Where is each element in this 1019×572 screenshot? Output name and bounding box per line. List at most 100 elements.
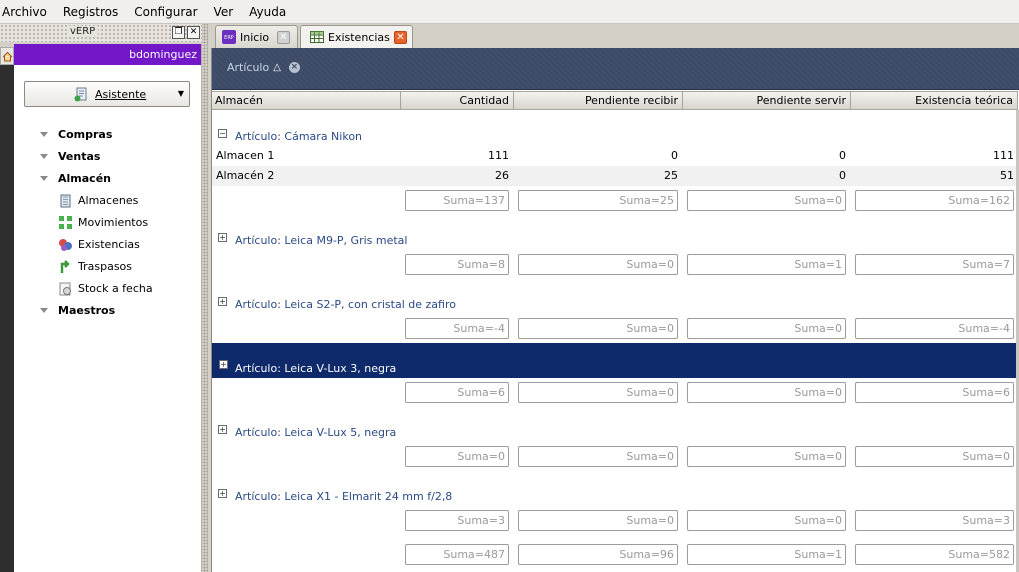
column-header-pendiente-servir[interactable]: Pendiente servir [683, 91, 851, 110]
stock-date-icon [59, 282, 71, 296]
expand-icon[interactable]: + [218, 233, 227, 242]
group-sum-pendiente-servir: Suma=0 [687, 318, 846, 339]
navigation-panel: bdominguez Asistente ▼ Compras Ventas Al… [14, 44, 202, 572]
left-panel-titlebar[interactable]: vERP ❐ ✕ [0, 24, 202, 42]
sort-ascending-icon[interactable]: △ [273, 62, 281, 73]
table-grid-icon [310, 31, 324, 43]
cell-almacen: Almacén 2 [216, 169, 275, 182]
menu-archivo[interactable]: Archivo [0, 0, 52, 24]
close-tab-icon[interactable]: ✕ [277, 31, 290, 44]
menu-bar: Archivo Registros Configurar Ver Ayuda [0, 0, 1019, 24]
cell-cantidad: 111 [488, 149, 509, 162]
menu-registros[interactable]: Registros [58, 0, 123, 24]
group-sum-cantidad: Suma=-4 [405, 318, 509, 339]
tab-label: Inicio [240, 31, 270, 44]
menu-ver[interactable]: Ver [209, 0, 239, 24]
assistant-label: Asistente [95, 88, 147, 101]
group-sum-pendiente-recibir: Suma=25 [518, 190, 678, 211]
menu-ayuda[interactable]: Ayuda [244, 0, 291, 24]
cell-existencia-teorica: 111 [993, 149, 1014, 162]
menu-configurar[interactable]: Configurar [129, 0, 202, 24]
group-sum-pendiente-servir: Suma=1 [687, 254, 846, 275]
nav-item-label: Existencias [78, 238, 140, 251]
nav-item-label: Traspasos [78, 260, 133, 273]
column-header-almacen[interactable]: Almacén [212, 91, 401, 110]
transfer-arrow-icon [60, 260, 70, 273]
group-sum-pendiente-recibir: Suma=0 [518, 446, 678, 467]
edge-strip [0, 47, 14, 572]
cell-pendiente-servir: 0 [839, 169, 846, 182]
group-sum-cantidad: Suma=3 [405, 510, 509, 531]
tab-inicio[interactable]: ERP Inicio ✕ [215, 25, 298, 48]
collapse-triangle-icon[interactable] [40, 176, 48, 181]
group-sum-pendiente-recibir: Suma=0 [518, 254, 678, 275]
expand-icon[interactable]: + [218, 297, 227, 306]
group-row[interactable]: − Artículo: Cámara Nikon [212, 126, 1018, 146]
stock-boxes-icon [59, 239, 72, 251]
group-sum-pendiente-recibir: Suma=0 [518, 510, 678, 531]
cell-cantidad: 26 [495, 169, 509, 182]
existencias-grid: Artículo △ × Almacén Cantidad Pendiente … [211, 48, 1019, 572]
column-header-existencia-teorica[interactable]: Existencia teórica [851, 91, 1018, 110]
group-sum-existencia-teorica: Suma=162 [855, 190, 1014, 211]
total-sum-pendiente-servir: Suma=1 [687, 544, 846, 565]
total-sum-existencia-teorica: Suma=582 [855, 544, 1014, 565]
chevron-down-icon: ▼ [177, 89, 184, 98]
tab-bar: ERP Inicio ✕ Existencias ✕ [208, 24, 1019, 49]
expand-triangle-icon[interactable] [40, 132, 48, 137]
panel-splitter[interactable] [202, 24, 208, 572]
user-bar: bdominguez [14, 44, 201, 65]
left-panel-title: vERP [67, 26, 99, 37]
group-by-chip[interactable]: Artículo △ × [227, 61, 300, 74]
group-sum-pendiente-recibir: Suma=0 [518, 382, 678, 403]
group-sum-pendiente-servir: Suma=0 [687, 190, 846, 211]
total-sum-cantidad: Suma=487 [405, 544, 509, 565]
group-sum-existencia-teorica: Suma=0 [855, 446, 1014, 467]
building-icon [60, 194, 71, 208]
group-title: Artículo: Leica V-Lux 5, negra [235, 426, 397, 439]
svg-text:ERP: ERP [224, 35, 234, 41]
cell-pendiente-recibir: 25 [664, 169, 678, 182]
group-row[interactable]: + Artículo: Leica X1 - Elmarit 24 mm f/2… [212, 486, 1018, 506]
expand-icon[interactable]: + [218, 489, 227, 498]
table-row[interactable]: Almacén 2 26 25 0 51 [212, 166, 1018, 186]
group-sum-pendiente-recibir: Suma=0 [518, 318, 678, 339]
close-icon[interactable]: ✕ [187, 26, 200, 39]
expand-triangle-icon[interactable] [40, 308, 48, 313]
group-row[interactable]: + Artículo: Leica S2-P, con cristal de z… [212, 294, 1018, 314]
group-title: Artículo: Leica V-Lux 3, negra [235, 362, 397, 375]
total-sum-pendiente-recibir: Suma=96 [518, 544, 678, 565]
nav-label: Compras [58, 128, 113, 141]
tab-existencias[interactable]: Existencias ✕ [300, 25, 413, 49]
group-sum-cantidad: Suma=8 [405, 254, 509, 275]
remove-group-icon[interactable]: × [288, 62, 300, 73]
group-title: Artículo: Leica M9-P, Gris metal [235, 234, 408, 247]
home-icon[interactable] [0, 47, 14, 65]
nav-label: Ventas [58, 150, 101, 163]
cell-almacen: Almacen 1 [216, 149, 275, 162]
group-sum-existencia-teorica: Suma=6 [855, 382, 1014, 403]
group-title: Artículo: Leica S2-P, con cristal de zaf… [235, 298, 456, 311]
expand-icon[interactable]: + [218, 425, 227, 434]
column-header-pendiente-recibir[interactable]: Pendiente recibir [514, 91, 683, 110]
restore-icon[interactable]: ❐ [172, 26, 185, 39]
nav-item-label: Movimientos [78, 216, 149, 229]
table-row[interactable]: Almacen 1 111 0 0 111 [212, 146, 1018, 166]
group-row-selected[interactable]: + Artículo: Leica V-Lux 3, negra [212, 343, 1018, 378]
collapse-icon[interactable]: − [218, 129, 227, 138]
group-row[interactable]: + Artículo: Leica M9-P, Gris metal [212, 230, 1018, 250]
movements-grid-icon [59, 216, 72, 229]
cell-pendiente-servir: 0 [839, 149, 846, 162]
assistant-button[interactable]: Asistente ▼ [24, 81, 190, 107]
group-sum-cantidad: Suma=0 [405, 446, 509, 467]
expand-triangle-icon[interactable] [40, 154, 48, 159]
group-row[interactable]: + Artículo: Leica V-Lux 5, negra [212, 422, 1018, 442]
expand-icon[interactable]: + [219, 360, 228, 369]
group-sum-existencia-teorica: Suma=7 [855, 254, 1014, 275]
group-sum-pendiente-servir: Suma=0 [687, 510, 846, 531]
cell-pendiente-recibir: 0 [671, 149, 678, 162]
group-sum-cantidad: Suma=6 [405, 382, 509, 403]
column-header-cantidad[interactable]: Cantidad [401, 91, 514, 110]
close-tab-icon[interactable]: ✕ [394, 31, 407, 44]
group-title: Artículo: Leica X1 - Elmarit 24 mm f/2,8 [235, 490, 453, 503]
